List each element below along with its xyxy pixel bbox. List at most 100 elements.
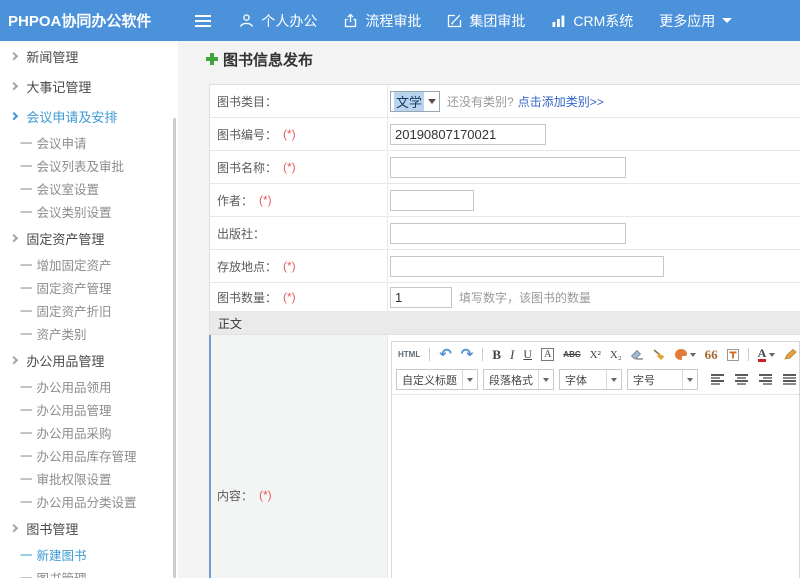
- align-justify-button[interactable]: [783, 374, 796, 385]
- italic-button[interactable]: I: [510, 347, 514, 363]
- form-row-category: 图书类目： 文学 还没有类别? 点击添加类别>>: [210, 85, 800, 118]
- author-label: 作者：: [217, 192, 253, 209]
- strikethrough-button[interactable]: ABC: [563, 350, 580, 359]
- form-row-content: 内容：(*) HTML ↶ ↷ B I U A ABC X²: [210, 335, 800, 578]
- sidebar-item-supplies-purchase[interactable]: 一办公用品采购: [0, 421, 178, 444]
- editor-toolbar-row2: 自定义标题 段落格式 字体 字号: [392, 367, 799, 392]
- rich-text-editor: HTML ↶ ↷ B I U A ABC X² X₂: [391, 341, 800, 578]
- menu-toggle-icon[interactable]: [195, 15, 211, 27]
- publisher-label: 出版社：: [217, 225, 265, 242]
- source-code-button[interactable]: HTML: [398, 350, 420, 359]
- location-input[interactable]: [390, 256, 664, 277]
- paragraph-format-select[interactable]: 段落格式: [483, 369, 554, 390]
- dash-icon: 一: [20, 492, 33, 511]
- sidebar-item-meeting-group[interactable]: 会议申请及安排: [0, 101, 178, 131]
- sidebar-item-approval-permission-settings[interactable]: 一审批权限设置: [0, 467, 178, 490]
- sidebar-item-add-fixed-asset[interactable]: 一增加固定资产: [0, 253, 178, 276]
- author-input[interactable]: [390, 190, 474, 211]
- sidebar-item-meeting-apply[interactable]: 一会议申请: [0, 131, 178, 154]
- sidebar-item-book-management[interactable]: 一图书管理: [0, 566, 178, 578]
- nav-more-apps[interactable]: 更多应用: [659, 11, 732, 31]
- nav-workflow-approval[interactable]: 流程审批: [343, 11, 421, 31]
- book-no-input[interactable]: [390, 124, 546, 145]
- dash-icon: 一: [20, 156, 33, 175]
- background-color-button[interactable]: [784, 349, 799, 360]
- sidebar-item-office-supplies-group[interactable]: 办公用品管理: [0, 345, 178, 375]
- chevron-right-icon: [10, 355, 19, 364]
- align-right-button[interactable]: [759, 374, 772, 385]
- category-hint: 还没有类别?: [447, 93, 514, 110]
- format-brush-icon[interactable]: [653, 349, 666, 361]
- subscript-button[interactable]: X₂: [610, 349, 622, 361]
- paste-from-word-icon[interactable]: [727, 349, 739, 361]
- user-icon: [239, 13, 254, 28]
- nav-group-approval[interactable]: 集团审批: [447, 11, 525, 31]
- nav-label: 个人办公: [261, 11, 317, 31]
- sidebar-item-fixed-asset-depreciation[interactable]: 一固定资产折旧: [0, 299, 178, 322]
- dropdown-arrow-icon: [690, 353, 696, 357]
- undo-button[interactable]: ↶: [439, 347, 452, 362]
- top-nav: 个人办公 流程审批 集团审批 CRM系统 更多应用: [239, 11, 758, 31]
- book-form: 图书类目： 文学 还没有类别? 点击添加类别>> 图书编号：(*) 图书名称：(…: [209, 84, 800, 578]
- align-left-button[interactable]: [711, 374, 724, 385]
- sidebar-item-asset-category[interactable]: 一资产类别: [0, 322, 178, 345]
- edit-icon: [447, 13, 462, 28]
- workflow-icon: [343, 13, 358, 28]
- dash-icon: 一: [20, 423, 33, 442]
- sidebar-item-meeting-room-settings[interactable]: 一会议室设置: [0, 177, 178, 200]
- book-name-label: 图书名称：: [217, 159, 277, 176]
- quantity-hint: 填写数字，该图书的数量: [459, 289, 591, 306]
- location-label: 存放地点：: [217, 258, 277, 275]
- add-category-link[interactable]: 点击添加类别>>: [518, 93, 604, 110]
- required-marker: (*): [259, 193, 272, 207]
- sidebar-item-supplies-requisition[interactable]: 一办公用品领用: [0, 375, 178, 398]
- sidebar-item-new-book[interactable]: 一新建图书: [0, 543, 178, 566]
- sidebar-scrollbar[interactable]: [173, 118, 176, 578]
- font-size-select[interactable]: 字号: [627, 369, 698, 390]
- editor-content[interactable]: [392, 394, 799, 578]
- book-name-input[interactable]: [390, 157, 626, 178]
- underline-button[interactable]: U: [523, 347, 532, 362]
- custom-title-select[interactable]: 自定义标题: [396, 369, 478, 390]
- quantity-label: 图书数量：: [217, 289, 277, 306]
- align-button-group: [711, 374, 799, 385]
- publisher-input[interactable]: [390, 223, 626, 244]
- sidebar: 新闻管理 大事记管理 会议申请及安排 一会议申请 一会议列表及审批 一会议室设置…: [0, 41, 178, 578]
- sidebar-item-fixed-assets-group[interactable]: 固定资产管理: [0, 223, 178, 253]
- category-label: 图书类目：: [217, 93, 277, 110]
- eraser-icon[interactable]: [631, 349, 644, 360]
- dash-icon: 一: [20, 278, 33, 297]
- form-row-book-no: 图书编号：(*): [210, 118, 800, 151]
- autotypeset-button[interactable]: A: [541, 348, 554, 361]
- form-row-quantity: 图书数量： (*) 填写数字，该图书的数量: [210, 283, 800, 312]
- sidebar-item-fixed-asset-management[interactable]: 一固定资产管理: [0, 276, 178, 299]
- quantity-input[interactable]: [390, 287, 452, 308]
- font-family-select[interactable]: 字体: [559, 369, 622, 390]
- nav-crm-system[interactable]: CRM系统: [551, 11, 633, 31]
- chevron-right-icon: [10, 81, 19, 90]
- dash-icon: 一: [20, 400, 33, 419]
- category-select[interactable]: 文学: [390, 91, 440, 112]
- superscript-button[interactable]: X²: [590, 349, 601, 361]
- nav-personal-office[interactable]: 个人办公: [239, 11, 317, 31]
- font-color-button[interactable]: A: [758, 347, 776, 362]
- sidebar-item-supplies-classification[interactable]: 一办公用品分类设置: [0, 490, 178, 513]
- blockquote-button[interactable]: 66: [705, 347, 718, 363]
- sidebar-item-news[interactable]: 新闻管理: [0, 41, 178, 71]
- sidebar-item-memorabilia[interactable]: 大事记管理: [0, 71, 178, 101]
- select-arrow-icon: [606, 370, 621, 389]
- required-marker: (*): [283, 290, 296, 304]
- align-center-button[interactable]: [735, 374, 748, 385]
- sidebar-item-supplies-management[interactable]: 一办公用品管理: [0, 398, 178, 421]
- divider: [482, 348, 483, 361]
- form-row-book-name: 图书名称：(*): [210, 151, 800, 184]
- paint-format-button[interactable]: [675, 349, 696, 360]
- bold-button[interactable]: B: [492, 347, 501, 363]
- select-arrow-icon: [428, 99, 436, 104]
- sidebar-item-meeting-list-approval[interactable]: 一会议列表及审批: [0, 154, 178, 177]
- sidebar-item-supplies-inventory[interactable]: 一办公用品库存管理: [0, 444, 178, 467]
- sidebar-item-book-management-group[interactable]: 图书管理: [0, 513, 178, 543]
- redo-button[interactable]: ↷: [461, 347, 474, 362]
- sidebar-item-meeting-category-settings[interactable]: 一会议类别设置: [0, 200, 178, 223]
- divider: [748, 348, 749, 361]
